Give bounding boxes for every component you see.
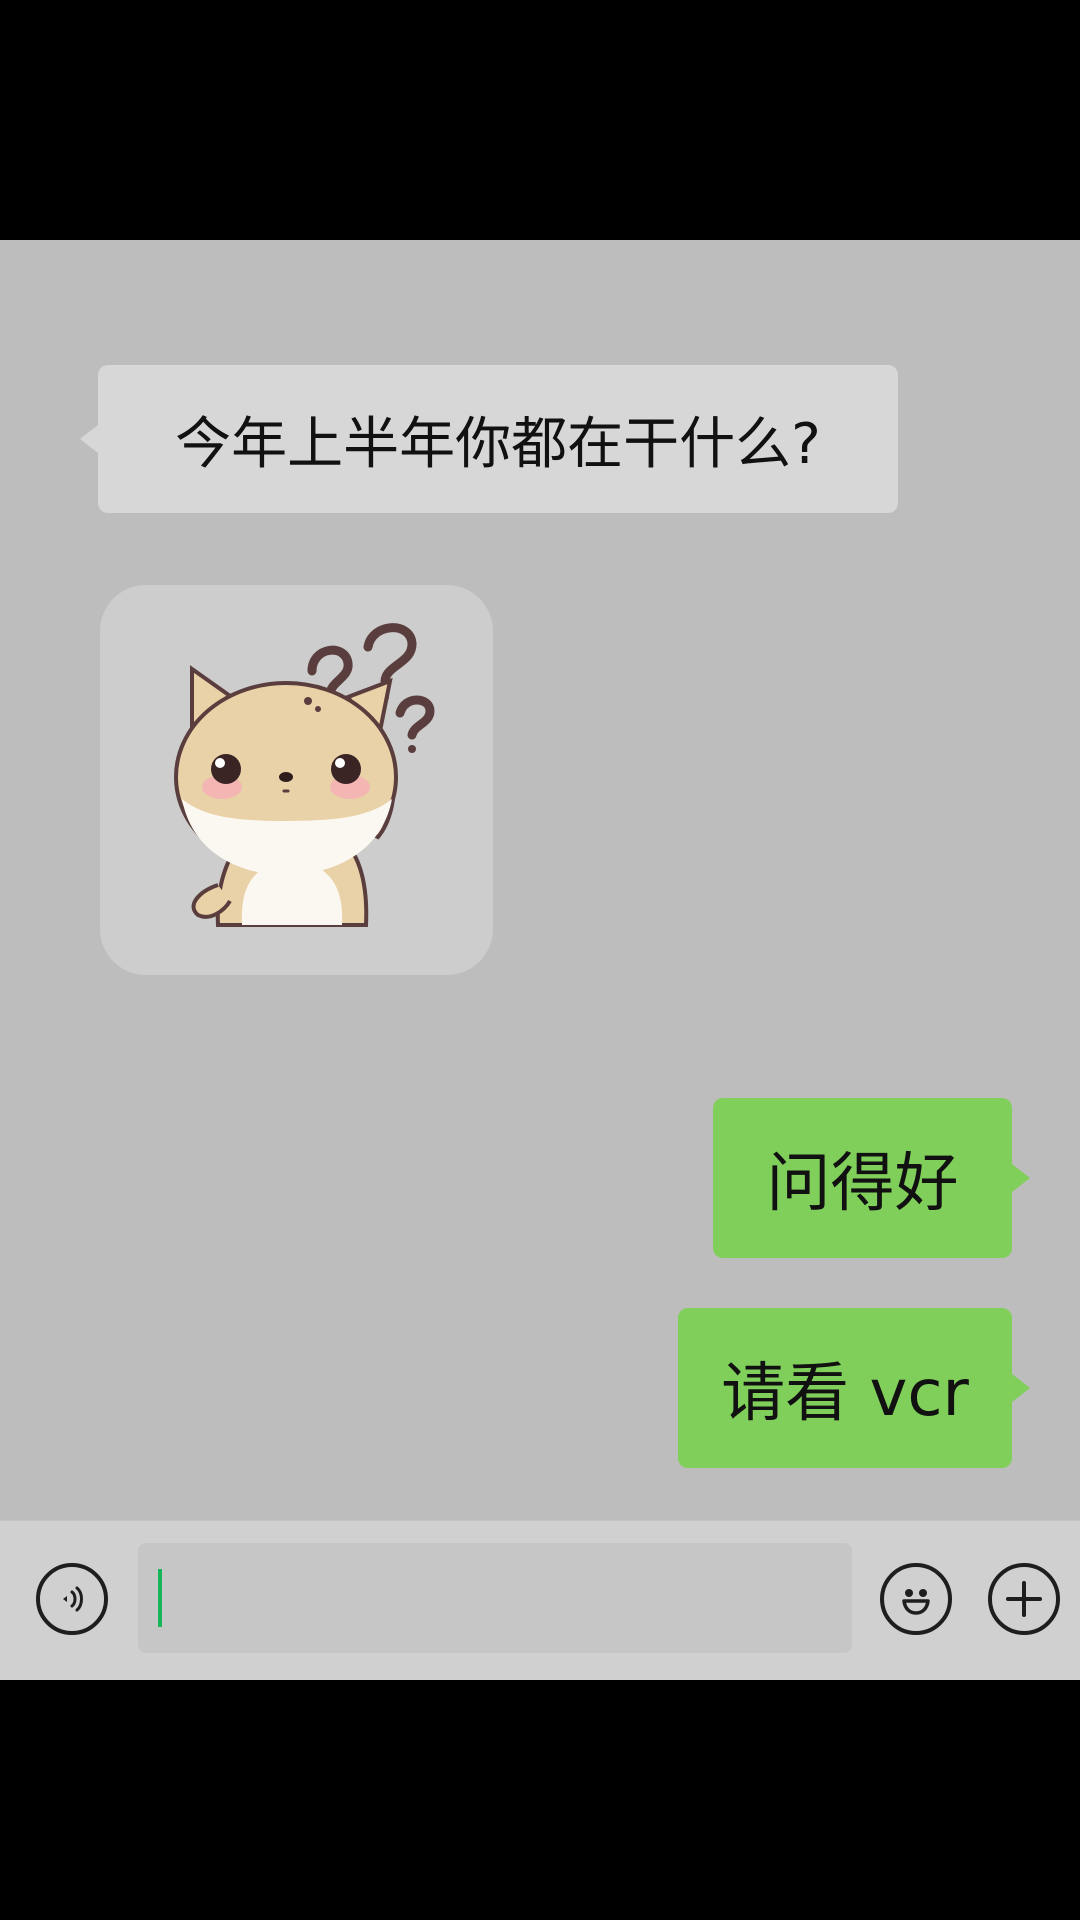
message-input[interactable]: [138, 1543, 852, 1653]
message-text: 问得好: [766, 1147, 959, 1221]
input-bar: [0, 1520, 1080, 1680]
emoji-button[interactable]: [880, 1563, 952, 1635]
plus-icon: [1006, 1581, 1042, 1617]
voice-icon: [63, 1586, 83, 1612]
screen: 今年上半年你都在干什么? 问得好 请看 vcr: [0, 0, 1080, 1920]
puppy-sticker-icon: [174, 623, 435, 927]
message-text: 今年上半年你都在干什么?: [175, 411, 821, 477]
message-bubble-incoming[interactable]: 今年上半年你都在干什么?: [98, 365, 898, 513]
message-bubble-outgoing[interactable]: 问得好: [713, 1098, 1012, 1258]
chat-area[interactable]: 今年上半年你都在干什么? 问得好 请看 vcr: [0, 240, 1080, 1520]
voice-button[interactable]: [36, 1563, 108, 1635]
emoji-icon: [902, 1589, 930, 1615]
sticker-message[interactable]: [100, 585, 493, 975]
more-button[interactable]: [988, 1563, 1060, 1635]
message-text: 请看 vcr: [721, 1357, 969, 1431]
message-bubble-outgoing[interactable]: 请看 vcr: [678, 1308, 1012, 1468]
text-cursor: [158, 1569, 162, 1627]
